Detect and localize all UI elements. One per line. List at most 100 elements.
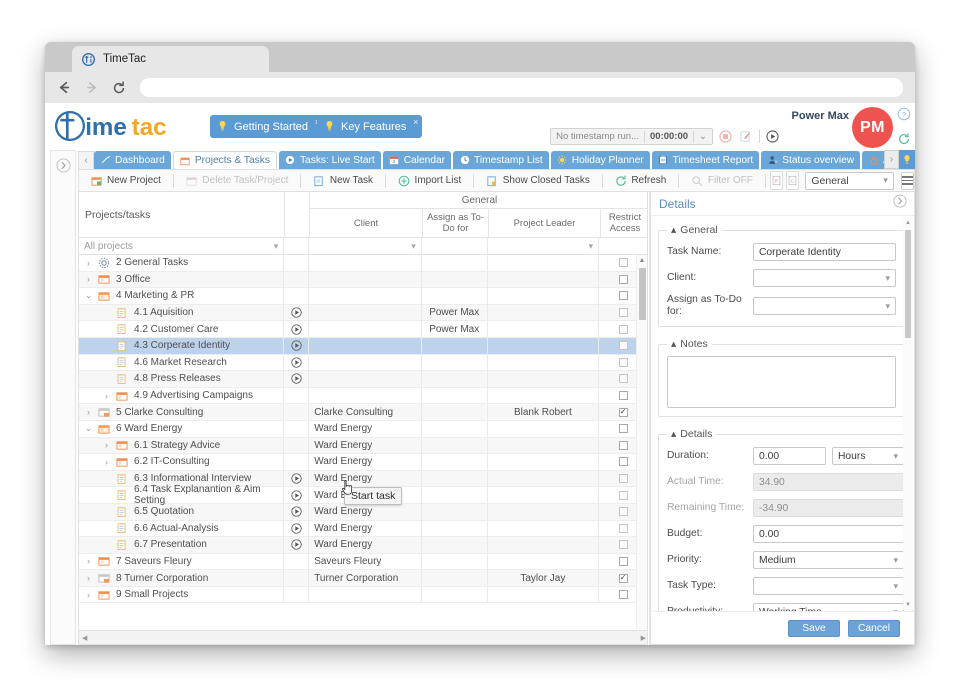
column-header-projects-tasks[interactable]: Projects/tasks — [79, 192, 285, 238]
start-task-button[interactable] — [284, 521, 309, 538]
details-general-legend[interactable]: ▴ General — [667, 224, 722, 236]
assign-todo-select[interactable]: ▾ — [753, 297, 896, 315]
table-row[interactable]: ›3 Office — [79, 272, 647, 289]
scroll-left-arrow-icon[interactable]: ◀ — [82, 634, 87, 642]
start-timestamp-icon[interactable] — [766, 130, 780, 144]
start-task-button[interactable] — [284, 487, 309, 504]
expand-toggle-icon[interactable]: › — [101, 457, 112, 467]
row-name-cell[interactable]: ›6.1 Strategy Advice — [79, 438, 284, 455]
assign-todo-cell[interactable]: Power Max — [422, 305, 488, 322]
project-leader-cell[interactable] — [488, 554, 600, 571]
restrict-access-checkbox[interactable] — [619, 308, 628, 317]
restrict-access-checkbox[interactable] — [619, 491, 628, 500]
row-name-cell[interactable]: ›3 Office — [79, 272, 284, 289]
view-select[interactable]: General▾ — [805, 172, 894, 190]
start-task-button[interactable] — [284, 305, 309, 322]
row-name-cell[interactable]: 4.3 Corperate Identity — [79, 338, 284, 355]
duration-input[interactable]: 0.00 — [753, 447, 826, 465]
row-name-cell[interactable]: ›9 Small Projects — [79, 587, 284, 604]
collapse-panel-icon[interactable] — [893, 194, 907, 213]
column-header-restrict-access[interactable]: Restrict Access — [601, 209, 648, 238]
row-name-cell[interactable]: 6.5 Quotation — [79, 504, 284, 521]
grid-vertical-scrollbar[interactable]: ▲ — [636, 255, 647, 629]
close-icon[interactable]: × — [413, 117, 418, 127]
details-notes-legend[interactable]: ▴ Notes — [667, 338, 712, 350]
row-name-cell[interactable]: 6.4 Task Explanantion & Aim Setting — [79, 487, 284, 504]
scroll-right-arrow-icon[interactable]: ▶ — [641, 634, 646, 642]
nav-tab-act[interactable]: Act — [862, 151, 884, 169]
project-leader-cell[interactable] — [488, 587, 600, 604]
project-leader-cell[interactable] — [488, 537, 600, 554]
nav-tab-tasks-live-start[interactable]: Tasks: Live Start — [279, 151, 381, 169]
restrict-access-checkbox[interactable]: ✓ — [619, 408, 628, 417]
project-leader-cell[interactable] — [488, 305, 600, 322]
assign-todo-cell[interactable] — [422, 487, 488, 504]
project-leader-cell[interactable]: Blank Robert — [488, 404, 600, 421]
client-cell[interactable]: Ward Energy — [309, 438, 422, 455]
start-task-button[interactable] — [284, 371, 309, 388]
restrict-access-checkbox[interactable] — [619, 457, 628, 466]
client-cell[interactable] — [309, 321, 422, 338]
row-name-cell[interactable]: 6.6 Actual-Analysis — [79, 521, 284, 538]
project-leader-cell[interactable] — [488, 521, 600, 538]
priority-select[interactable]: Medium ▾ — [753, 551, 904, 569]
scrollbar-thumb[interactable] — [639, 268, 646, 320]
expand-panel-icon[interactable] — [56, 158, 71, 178]
project-leader-cell[interactable]: Taylor Jay — [488, 570, 600, 587]
details-detail-legend[interactable]: ▴ Details — [667, 428, 716, 440]
assign-todo-cell[interactable] — [422, 454, 488, 471]
client-cell[interactable] — [309, 305, 422, 322]
filter-todo-input[interactable] — [422, 238, 488, 255]
column-header-assign-todo[interactable]: Assign as To-Do for — [423, 209, 489, 238]
assign-todo-cell[interactable] — [422, 338, 488, 355]
nav-tab-timestamp-list[interactable]: Timestamp List — [453, 151, 549, 169]
getting-started-button[interactable]: Getting Started × — [210, 115, 324, 138]
expand-toggle-icon[interactable]: › — [101, 440, 112, 450]
start-task-button[interactable] — [284, 471, 309, 488]
restrict-access-checkbox[interactable] — [619, 441, 628, 450]
restrict-access-checkbox[interactable] — [619, 557, 628, 566]
hamburger-icon[interactable] — [901, 172, 914, 190]
restrict-access-checkbox[interactable] — [619, 507, 628, 516]
restrict-access-checkbox[interactable] — [619, 325, 628, 334]
table-row[interactable]: 6.6 Actual-AnalysisWard Energy — [79, 521, 647, 538]
assign-todo-cell[interactable] — [422, 554, 488, 571]
project-leader-cell[interactable] — [488, 388, 600, 405]
client-cell[interactable]: Ward Energy — [309, 537, 422, 554]
budget-input[interactable]: 0.00 — [753, 525, 904, 543]
assign-todo-cell[interactable] — [422, 355, 488, 372]
client-cell[interactable] — [309, 255, 422, 272]
restrict-access-checkbox[interactable] — [619, 358, 628, 367]
row-name-cell[interactable]: ›2 General Tasks — [79, 255, 284, 272]
start-task-button[interactable] — [284, 355, 309, 372]
reload-icon[interactable] — [109, 78, 128, 97]
import-list-button[interactable]: Import List — [391, 171, 469, 190]
project-leader-cell[interactable] — [488, 487, 600, 504]
notes-textarea[interactable] — [667, 356, 896, 408]
table-row[interactable]: 4.3 Corperate Identity — [79, 338, 647, 355]
assign-todo-cell[interactable] — [422, 504, 488, 521]
timestamp-status-box[interactable]: No timestamp run... 00:00:00 ⌄ — [550, 128, 713, 145]
row-name-cell[interactable]: ›7 Saveurs Fleury — [79, 554, 284, 571]
project-leader-cell[interactable] — [488, 255, 600, 272]
scroll-down-arrow-icon[interactable]: ▼ — [903, 600, 913, 610]
table-row[interactable]: ›5 Clarke ConsultingClarke ConsultingBla… — [79, 404, 647, 421]
restrict-access-checkbox[interactable] — [619, 341, 628, 350]
table-row[interactable]: ›2 General Tasks — [79, 255, 647, 272]
expand-toggle-icon[interactable]: › — [101, 391, 112, 401]
assign-todo-cell[interactable] — [422, 388, 488, 405]
start-task-button[interactable] — [284, 321, 309, 338]
client-cell[interactable] — [309, 338, 422, 355]
restrict-access-checkbox[interactable] — [619, 291, 628, 300]
client-cell[interactable] — [309, 388, 422, 405]
client-cell[interactable]: Ward Energy — [309, 454, 422, 471]
client-cell[interactable] — [309, 371, 422, 388]
assign-todo-cell[interactable] — [422, 537, 488, 554]
client-cell[interactable]: Ward Energy — [309, 471, 422, 488]
client-select[interactable]: ▾ — [753, 269, 896, 287]
row-name-cell[interactable]: ›5 Clarke Consulting — [79, 404, 284, 421]
client-cell[interactable]: Saveurs Fleury — [309, 554, 422, 571]
scroll-up-arrow-icon[interactable]: ▲ — [903, 218, 913, 228]
row-name-cell[interactable]: 4.8 Press Releases — [79, 371, 284, 388]
project-leader-cell[interactable] — [488, 421, 600, 438]
